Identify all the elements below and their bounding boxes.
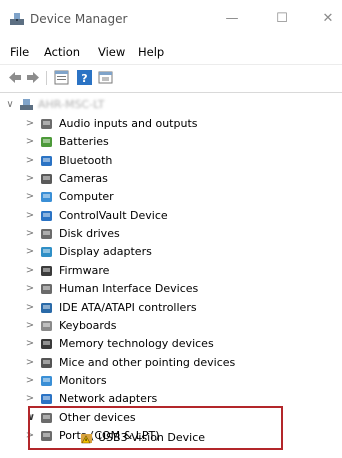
toolbar: ? — [0, 64, 342, 91]
category-human-interface-devices[interactable]: > Human Interface Devices — [0, 280, 300, 298]
category-batteries[interactable]: > Batteries — [0, 133, 300, 151]
category-memory-technology-devices[interactable]: > Memory technology devices — [0, 335, 300, 353]
category-keyboards[interactable]: > Keyboards — [0, 317, 300, 335]
category-label: Bluetooth — [59, 154, 113, 167]
expand-chevron-icon[interactable]: > — [25, 152, 35, 170]
hid-icon — [41, 284, 52, 294]
expand-chevron-icon[interactable]: > — [25, 115, 35, 133]
category-label: Memory technology devices — [59, 337, 214, 350]
computer-root-icon — [20, 99, 33, 110]
category-audio-inputs-and-outputs[interactable]: > Audio inputs and outputs — [0, 115, 300, 133]
window-title: Device Manager — [30, 12, 128, 26]
expand-chevron-icon[interactable]: > — [25, 133, 35, 151]
help-icon[interactable]: ? — [77, 70, 92, 85]
back-arrow-icon[interactable] — [8, 70, 22, 85]
category-label: Mice and other pointing devices — [59, 356, 236, 369]
bluetooth-icon — [41, 156, 52, 166]
category-monitors[interactable]: > Monitors — [0, 372, 300, 390]
category-ide-ata-atapi-controllers[interactable]: > IDE ATA/ATAPI controllers — [0, 299, 300, 317]
expand-chevron-icon[interactable]: > — [25, 225, 35, 243]
keyboard-icon — [41, 321, 52, 331]
category-label: Cameras — [59, 172, 108, 185]
category-label: ControlVault Device — [59, 209, 168, 222]
title-bar: Device Manager — ☐ ✕ — [0, 0, 342, 38]
firmware-icon — [41, 266, 52, 276]
expand-chevron-icon[interactable]: > — [25, 262, 35, 280]
toolbar-separator — [46, 71, 47, 85]
computer-icon — [41, 192, 52, 202]
category-label: Monitors — [59, 374, 107, 387]
scan-hardware-icon[interactable] — [98, 70, 113, 85]
display-adapter-icon — [41, 247, 52, 257]
category-firmware[interactable]: > Firmware — [0, 262, 300, 280]
menu-help[interactable]: Help — [138, 45, 164, 59]
disk-drive-icon — [41, 229, 52, 239]
device-manager-icon — [10, 13, 24, 25]
expand-chevron-icon[interactable]: > — [25, 335, 35, 353]
menu-action[interactable]: Action — [44, 45, 80, 59]
battery-icon — [41, 137, 52, 147]
category-label: Firmware — [59, 264, 110, 277]
highlight-box — [28, 406, 283, 450]
svg-text:?: ? — [81, 72, 87, 85]
computer-name: AHR-MSC-LT — [38, 98, 105, 111]
category-label: Computer — [59, 190, 114, 203]
close-button[interactable]: ✕ — [314, 8, 342, 30]
expand-chevron-icon[interactable]: > — [25, 372, 35, 390]
memory-icon — [41, 339, 52, 349]
forward-arrow-icon[interactable] — [26, 70, 40, 85]
monitor-icon — [41, 376, 52, 386]
tree-root[interactable]: ∨ AHR-MSC-LT — [0, 96, 300, 114]
expand-chevron-icon[interactable]: > — [25, 280, 35, 298]
menu-view[interactable]: View — [98, 45, 125, 59]
category-disk-drives[interactable]: > Disk drives — [0, 225, 300, 243]
expand-chevron-icon[interactable]: > — [25, 188, 35, 206]
menu-file[interactable]: File — [10, 45, 29, 59]
speaker-icon — [41, 119, 52, 129]
collapse-chevron-icon[interactable]: ∨ — [5, 96, 15, 114]
properties-icon[interactable] — [54, 70, 69, 85]
network-adapter-icon — [41, 394, 52, 404]
category-label: Keyboards — [59, 319, 117, 332]
minimize-button[interactable]: — — [218, 8, 246, 30]
category-label: IDE ATA/ATAPI controllers — [59, 301, 197, 314]
expand-chevron-icon[interactable]: > — [25, 354, 35, 372]
category-label: Batteries — [59, 135, 109, 148]
category-label: Disk drives — [59, 227, 120, 240]
category-label: Display adapters — [59, 245, 152, 258]
expand-chevron-icon[interactable]: > — [25, 207, 35, 225]
expand-chevron-icon[interactable]: > — [25, 317, 35, 335]
expand-chevron-icon[interactable]: > — [25, 243, 35, 261]
controlvault-icon — [41, 211, 52, 221]
mouse-icon — [41, 358, 52, 368]
menu-bar: File Action View Help — [0, 40, 342, 64]
expand-chevron-icon[interactable]: > — [25, 299, 35, 317]
category-display-adapters[interactable]: > Display adapters — [0, 243, 300, 261]
maximize-button[interactable]: ☐ — [268, 8, 296, 30]
category-mice-and-other-pointing-devices[interactable]: > Mice and other pointing devices — [0, 354, 300, 372]
category-label: Audio inputs and outputs — [59, 117, 198, 130]
expand-chevron-icon[interactable]: > — [25, 170, 35, 188]
ide-controller-icon — [41, 303, 52, 313]
category-bluetooth[interactable]: > Bluetooth — [0, 152, 300, 170]
category-cameras[interactable]: > Cameras — [0, 170, 300, 188]
category-controlvault-device[interactable]: > ControlVault Device — [0, 207, 300, 225]
camera-icon — [41, 174, 52, 184]
category-computer[interactable]: > Computer — [0, 188, 300, 206]
category-label: Human Interface Devices — [59, 282, 199, 295]
